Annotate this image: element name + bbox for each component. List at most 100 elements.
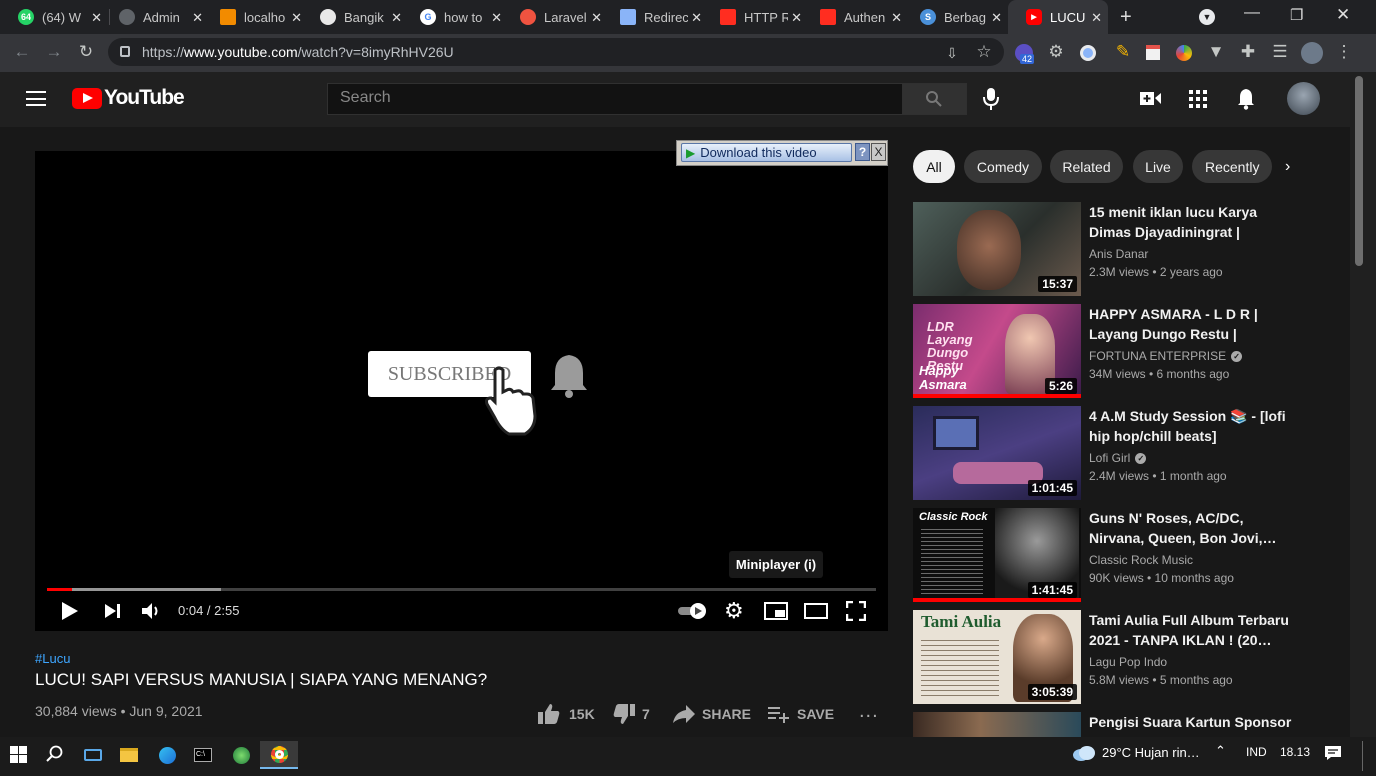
download-help-button[interactable]: ?	[855, 143, 870, 161]
tab-close-icon[interactable]: ✕	[1091, 10, 1102, 26]
notifications-bell-icon[interactable]	[1237, 88, 1255, 110]
video-thumbnail[interactable]: Classic Rock 1:41:45	[913, 508, 1081, 602]
lock-icon[interactable]	[120, 46, 130, 57]
microphone-icon[interactable]	[982, 87, 1000, 111]
recommendation-title[interactable]: Pengisi Suara Kartun Sponsor lucu	[1089, 712, 1293, 737]
browser-tab-laravel[interactable]: Laravel ✕	[502, 0, 608, 34]
taskbar-search-icon[interactable]	[46, 745, 64, 763]
tab-close-icon[interactable]: ✕	[291, 10, 302, 26]
input-language-indicator[interactable]: IND	[1246, 745, 1267, 759]
youtube-logo-icon[interactable]	[72, 88, 102, 109]
autoplay-toggle[interactable]	[677, 602, 707, 620]
profile-avatar[interactable]	[1301, 42, 1323, 64]
forward-icon[interactable]: →	[43, 43, 65, 61]
apps-grid-icon[interactable]	[1189, 90, 1207, 108]
chip-live[interactable]: Live	[1133, 150, 1183, 183]
tab-close-icon[interactable]: ✕	[791, 10, 802, 26]
tab-close-icon[interactable]: ✕	[991, 10, 1002, 26]
chip-comedy[interactable]: Comedy	[964, 150, 1042, 183]
video-thumbnail[interactable]: Tami Aulia 3:05:39	[913, 610, 1081, 704]
browser-tab-admin[interactable]: Admin ✕	[101, 0, 209, 34]
recommendation-item[interactable]: 15:37 15 menit iklan lucu Karya Dimas Dj…	[913, 202, 1293, 296]
color-extension-icon[interactable]	[1176, 45, 1192, 61]
browser-tab-berbagi[interactable]: S Berbag ✕	[902, 0, 1008, 34]
scrollbar-thumb[interactable]	[1355, 76, 1363, 266]
like-button[interactable]: 15K	[537, 703, 595, 725]
browser-tab-github[interactable]: Bangik ✕	[302, 0, 408, 34]
recommendation-title[interactable]: HAPPY ASMARA - L D R | Layang Dungo Rest…	[1089, 304, 1293, 344]
video-thumbnail[interactable]: 15:37	[913, 202, 1081, 296]
browser-tab-youtube-active[interactable]: ▶ LUCU! ✕	[1008, 0, 1108, 34]
browser-tab-authentication[interactable]: Authen ✕	[802, 0, 908, 34]
search-input[interactable]	[327, 83, 903, 115]
restore-icon[interactable]: ❐	[1290, 6, 1303, 24]
taskbar-green-app-icon[interactable]	[226, 741, 256, 769]
video-hashtag-link[interactable]: #Lucu	[35, 651, 70, 666]
chevron-right-icon[interactable]: ›	[1285, 158, 1290, 176]
settings-extension-icon[interactable]: ⚙	[1045, 43, 1067, 61]
chip-all[interactable]: All	[913, 150, 955, 183]
dislike-button[interactable]: 7	[612, 703, 650, 725]
video-thumbnail[interactable]: LDR Layang Dungo Restu Happy Asmara 5:26	[913, 304, 1081, 398]
chip-recently[interactable]: Recently	[1192, 150, 1272, 183]
more-actions-icon[interactable]: ...	[859, 700, 879, 723]
browser-tab-google[interactable]: G how to ✕	[402, 0, 508, 34]
weather-text[interactable]: 29°C Hujan rin…	[1102, 745, 1200, 760]
play-button[interactable]	[61, 601, 79, 621]
account-avatar[interactable]	[1287, 82, 1320, 115]
notes-extension-icon[interactable]	[1146, 45, 1160, 60]
recommendation-title[interactable]: 4 A.M Study Session 📚 - [lofi hip hop/ch…	[1089, 406, 1293, 446]
taskbar-chrome-icon[interactable]	[260, 741, 298, 769]
browser-tab-redirect[interactable]: Redirec ✕	[602, 0, 708, 34]
youtube-logo-text[interactable]: YouTube	[104, 86, 185, 110]
media-control-icon[interactable]: ☰	[1269, 43, 1291, 61]
windows-start-icon[interactable]	[10, 746, 27, 763]
settings-gear-icon[interactable]: ⚙	[724, 598, 744, 624]
recommendation-channel[interactable]: Lofi Girl ✓	[1089, 451, 1147, 465]
taskbar-clock[interactable]: 18.13	[1280, 745, 1310, 759]
vuetify-extension-icon[interactable]: ▼	[1205, 43, 1227, 61]
recommendation-channel[interactable]: Lagu Pop Indo	[1089, 655, 1167, 669]
recommendation-item[interactable]: Classic Rock 1:41:45 Guns N' Roses, AC/D…	[913, 508, 1293, 602]
weather-cloud-icon[interactable]	[1072, 744, 1096, 762]
taskbar-edge-icon[interactable]	[152, 741, 182, 769]
recommendation-channel[interactable]: Classic Rock Music	[1089, 553, 1193, 567]
pen-extension-icon[interactable]: ✎	[1112, 43, 1134, 61]
new-tab-icon[interactable]: +	[1120, 6, 1132, 29]
show-desktop-divider[interactable]	[1362, 741, 1363, 771]
recommendation-title[interactable]: Guns N' Roses, AC/DC, Nirvana, Queen, Bo…	[1089, 508, 1293, 548]
taskbar-terminal-icon[interactable]: C:\	[188, 741, 218, 769]
extensions-puzzle-icon[interactable]: ✚	[1237, 43, 1259, 61]
back-icon[interactable]: ←	[11, 43, 33, 61]
tab-close-icon[interactable]: ✕	[391, 10, 402, 26]
browser-tab-localhost[interactable]: localho ✕	[202, 0, 308, 34]
miniplayer-button[interactable]	[764, 602, 788, 620]
install-icon[interactable]: ⇩	[941, 44, 963, 62]
share-button[interactable]: SHARE	[672, 703, 751, 725]
hamburger-menu-icon[interactable]	[26, 91, 46, 106]
recommendation-item[interactable]: Pengisi Suara Kartun Sponsor lucu	[913, 712, 1293, 737]
video-thumbnail[interactable]	[913, 712, 1081, 737]
volume-button[interactable]	[141, 601, 161, 621]
recommendation-item[interactable]: 1:01:45 4 A.M Study Session 📚 - [lofi hi…	[913, 406, 1293, 500]
tab-search-icon[interactable]: ▼	[1199, 9, 1215, 25]
chip-related[interactable]: Related	[1050, 150, 1123, 183]
download-video-button[interactable]: ▶ Download this video	[681, 143, 852, 162]
tab-close-icon[interactable]: ✕	[691, 10, 702, 26]
save-button[interactable]: SAVE	[768, 703, 834, 725]
recommendation-item[interactable]: Tami Aulia 3:05:39 Tami Aulia Full Album…	[913, 610, 1293, 704]
taskbar-file-explorer-icon[interactable]	[114, 741, 144, 769]
minimize-icon[interactable]: —	[1244, 4, 1260, 22]
close-window-icon[interactable]: ✕	[1336, 5, 1350, 25]
recommendation-item[interactable]: LDR Layang Dungo Restu Happy Asmara 5:26…	[913, 304, 1293, 398]
page-scrollbar[interactable]	[1350, 72, 1376, 737]
reload-icon[interactable]: ↻	[75, 43, 97, 61]
tab-close-icon[interactable]: ✕	[491, 10, 502, 26]
recommendation-channel[interactable]: FORTUNA ENTERPRISE ✓	[1089, 349, 1243, 363]
bookmark-star-icon[interactable]: ☆	[973, 43, 995, 61]
recommendation-channel[interactable]: Anis Danar	[1089, 247, 1148, 261]
next-video-button[interactable]	[104, 603, 122, 619]
recommendation-title[interactable]: Tami Aulia Full Album Terbaru 2021 - TAN…	[1089, 610, 1293, 650]
browser-tab-http[interactable]: HTTP R ✕	[702, 0, 808, 34]
tray-chevron-up-icon[interactable]: ⌃	[1215, 743, 1226, 759]
